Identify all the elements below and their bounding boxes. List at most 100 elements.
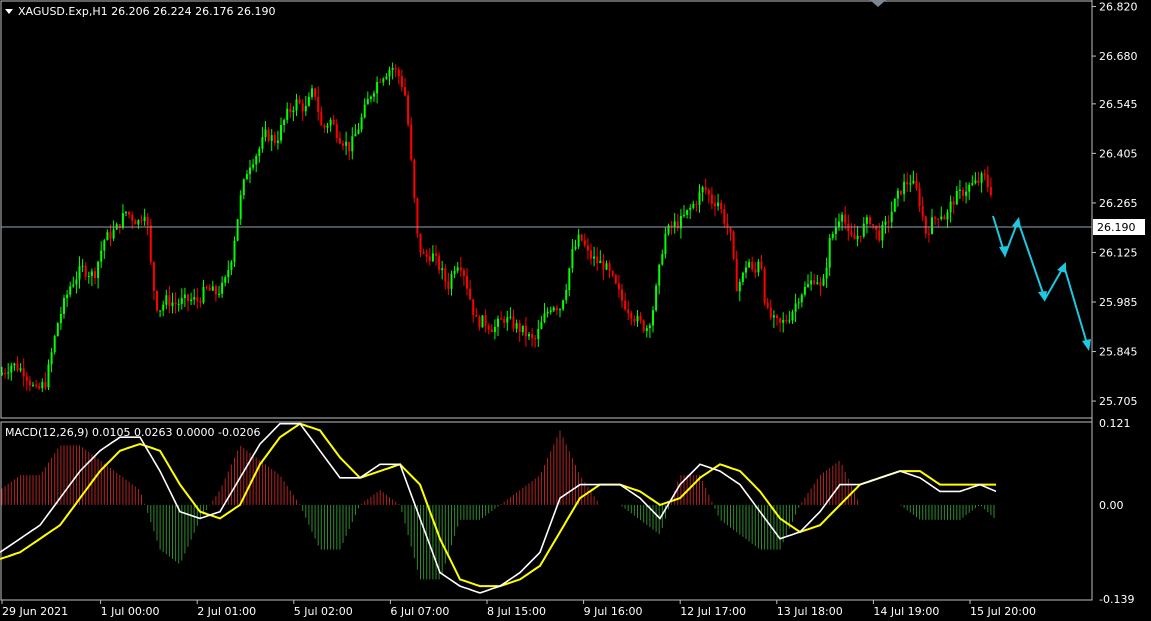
candle-body xyxy=(354,133,357,137)
candle-body xyxy=(69,286,72,295)
candle-body xyxy=(413,159,416,199)
candle-body xyxy=(924,216,927,234)
candle-body xyxy=(772,315,775,318)
candle-body xyxy=(714,203,716,207)
candle-body xyxy=(593,256,596,259)
candle-body xyxy=(199,300,202,303)
candle-body xyxy=(125,211,127,214)
time-tick-label: 1 Jul 00:00 xyxy=(101,605,160,618)
candle-body xyxy=(642,320,645,332)
candle-body xyxy=(63,298,65,314)
candle-body xyxy=(720,202,723,210)
candle-body xyxy=(202,286,205,303)
candle-body xyxy=(912,180,915,184)
candle-body xyxy=(94,271,96,279)
macd-axis: 0.121 0.00 -0.139 xyxy=(1099,417,1134,606)
candle-body xyxy=(633,318,636,322)
candle-body xyxy=(422,252,425,255)
candle-body xyxy=(13,363,16,366)
candle-body xyxy=(391,67,394,70)
candle-body xyxy=(546,311,549,314)
candle-body xyxy=(524,325,527,337)
candle-body xyxy=(75,279,78,285)
candle-body xyxy=(943,216,946,220)
candle-body xyxy=(224,277,227,283)
candle-body xyxy=(608,263,611,272)
candle-body xyxy=(509,316,512,318)
candle-body xyxy=(875,225,878,231)
candle-body xyxy=(980,173,983,183)
candle-body xyxy=(44,382,47,388)
candle-body xyxy=(831,233,834,239)
price-tick-label: 25.705 xyxy=(1099,395,1138,408)
candle-body xyxy=(915,180,918,189)
candle-body xyxy=(242,179,245,196)
candle-body xyxy=(918,188,921,207)
candle-body xyxy=(165,295,168,305)
candle-body xyxy=(834,227,837,234)
candle-body xyxy=(456,267,459,271)
candle-body xyxy=(478,316,481,328)
candle-body xyxy=(745,267,747,273)
candle-body xyxy=(577,234,580,247)
candle-body xyxy=(273,135,276,143)
candle-body xyxy=(701,187,704,193)
candle-body xyxy=(841,214,844,222)
macd-panel xyxy=(0,421,1093,601)
candle-body xyxy=(763,268,766,303)
price-tick-label: 26.265 xyxy=(1099,197,1138,210)
candle-body xyxy=(779,318,782,323)
candle-body xyxy=(661,253,664,265)
time-tick-label: 15 Jul 20:00 xyxy=(970,605,1036,618)
candle-body xyxy=(227,269,230,278)
candle-body xyxy=(16,363,19,371)
time-tick-label: 29 Jun 2021 xyxy=(2,605,68,618)
candle-body xyxy=(109,232,112,239)
candle-body xyxy=(900,190,902,195)
symbol-info: XAGUSD.Exp,H1 26.206 26.224 26.176 26.19… xyxy=(18,5,276,18)
candle-body xyxy=(776,315,778,319)
candle-body xyxy=(859,235,862,237)
candle-body xyxy=(53,336,56,353)
candle-body xyxy=(373,93,375,97)
candle-body xyxy=(785,319,788,322)
candle-body xyxy=(35,384,38,387)
candle-body xyxy=(435,253,437,256)
candle-body xyxy=(869,217,871,225)
candle-body xyxy=(896,190,899,199)
candle-body xyxy=(245,174,248,180)
candle-body xyxy=(878,230,881,241)
candle-body xyxy=(937,218,940,220)
candle-body xyxy=(10,365,13,373)
candle-body xyxy=(686,209,689,215)
candle-body xyxy=(72,284,75,287)
candle-body xyxy=(602,260,605,270)
candle-body xyxy=(218,293,220,295)
candle-body xyxy=(825,267,828,279)
candle-body xyxy=(732,232,735,259)
candle-body xyxy=(977,180,980,183)
candle-body xyxy=(698,192,701,205)
candle-body xyxy=(559,309,561,311)
candle-body xyxy=(326,125,329,128)
candle-body xyxy=(342,143,344,146)
candle-body xyxy=(143,216,146,222)
candle-body xyxy=(515,323,518,329)
candle-body xyxy=(611,271,614,276)
candle-body xyxy=(971,183,974,185)
candle-body xyxy=(438,255,441,271)
candle-body xyxy=(252,164,255,168)
candle-body xyxy=(906,181,909,185)
candle-body xyxy=(769,307,772,318)
candle-body xyxy=(614,275,617,284)
candle-body xyxy=(196,297,199,301)
candle-body xyxy=(230,261,233,270)
candle-body xyxy=(25,376,28,381)
candle-body xyxy=(862,223,865,237)
candle-body xyxy=(329,119,332,126)
candle-body xyxy=(639,315,642,321)
candle-body xyxy=(428,256,431,262)
candle-body xyxy=(345,141,348,146)
time-tick-label: 12 Jul 17:00 xyxy=(680,605,746,618)
candle-body xyxy=(190,299,193,301)
